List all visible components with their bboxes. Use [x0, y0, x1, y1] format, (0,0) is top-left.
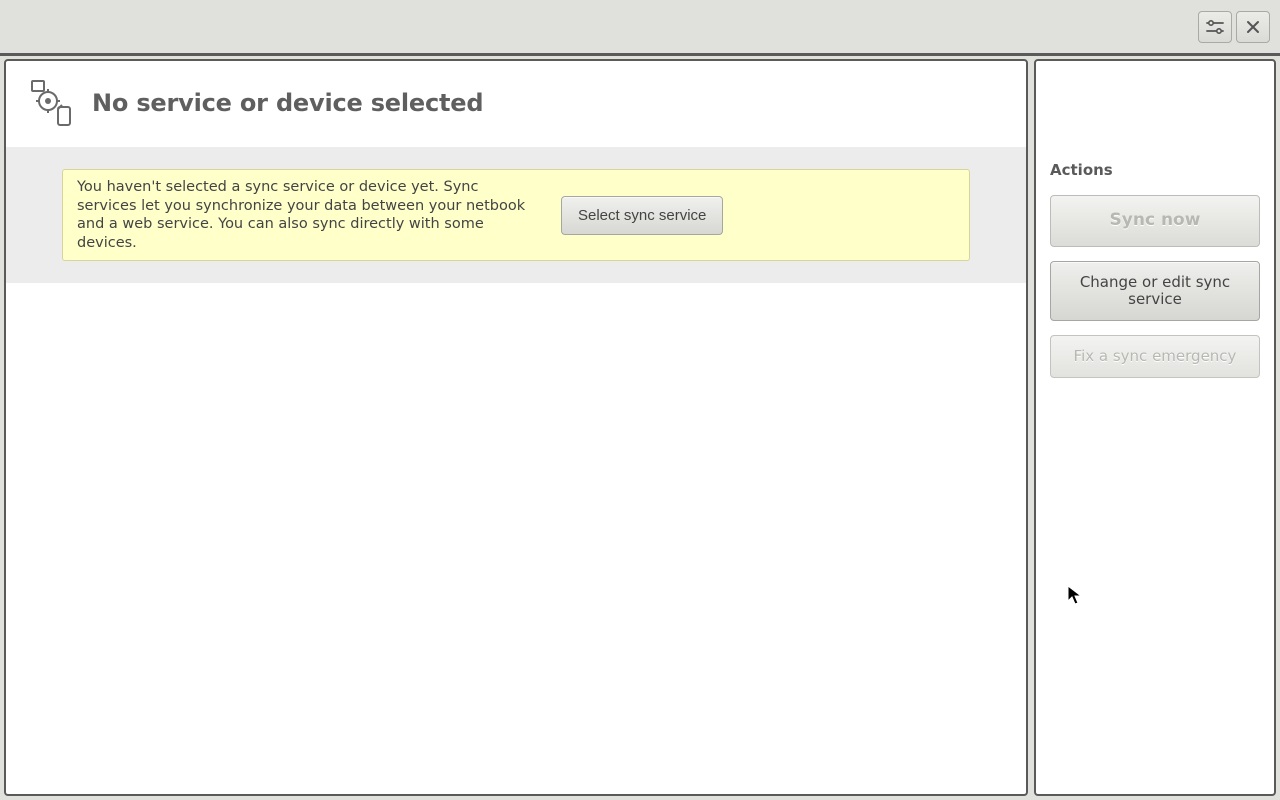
close-icon — [1246, 20, 1260, 34]
actions-panel: Actions Sync now Change or edit sync ser… — [1034, 59, 1276, 796]
info-message: You haven't selected a sync service or d… — [77, 178, 537, 252]
sync-service-icon — [26, 79, 74, 127]
actions-heading: Actions — [1050, 161, 1260, 179]
page-title: No service or device selected — [92, 89, 483, 117]
main-panel: No service or device selected You haven'… — [4, 59, 1028, 796]
main-header: No service or device selected — [6, 61, 1026, 147]
change-sync-service-button[interactable]: Change or edit sync service — [1050, 261, 1260, 322]
window-body: No service or device selected You haven'… — [4, 59, 1276, 796]
select-sync-service-button[interactable]: Select sync service — [561, 196, 723, 235]
close-button[interactable] — [1236, 11, 1270, 43]
sliders-icon — [1206, 19, 1224, 35]
fix-sync-emergency-button: Fix a sync emergency — [1050, 335, 1260, 378]
settings-toggle-button[interactable] — [1198, 11, 1232, 43]
info-banner: You haven't selected a sync service or d… — [62, 169, 970, 261]
titlebar — [0, 0, 1280, 56]
info-strip: You haven't selected a sync service or d… — [6, 147, 1026, 283]
sync-now-button: Sync now — [1050, 195, 1260, 247]
